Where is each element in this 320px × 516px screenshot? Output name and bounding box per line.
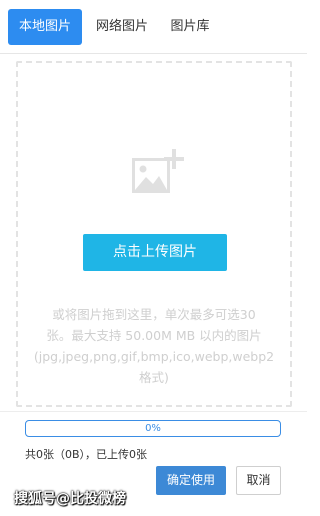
- image-add-icon: [130, 149, 186, 201]
- hint-line: 或将图片拖到这里，单次最多可选30: [52, 307, 256, 322]
- hint-line: (jpg,jpeg,png,gif,bmp,ico,webp,webp2: [33, 349, 275, 364]
- hint-line: 格式): [139, 370, 169, 385]
- tab-local-images[interactable]: 本地图片: [8, 9, 82, 45]
- confirm-button[interactable]: 确定使用: [156, 466, 226, 495]
- upload-image-button[interactable]: 点击上传图片: [83, 234, 227, 271]
- upload-hint: 或将图片拖到这里，单次最多可选30 张。最大支持 50.00M MB 以内的图片…: [26, 304, 282, 388]
- tab-network-images[interactable]: 网络图片: [90, 9, 154, 45]
- tab-image-library[interactable]: 图片库: [166, 9, 214, 45]
- watermark-text: 搜狐号@比投微榜: [14, 491, 126, 507]
- progress-label: 0%: [145, 423, 161, 434]
- upload-progress-bar: 0%: [25, 420, 281, 437]
- upload-status-text: 共0张（0B），已上传0张: [25, 448, 148, 461]
- hint-line: 张。最大支持 50.00M MB 以内的图片: [46, 328, 262, 343]
- cancel-button[interactable]: 取消: [236, 466, 281, 495]
- drop-zone[interactable]: 点击上传图片 或将图片拖到这里，单次最多可选30 张。最大支持 50.00M M…: [16, 61, 292, 407]
- tab-bar: 本地图片 网络图片 图片库: [0, 0, 307, 54]
- tab-divider: [0, 53, 307, 54]
- footer-divider: [0, 411, 307, 412]
